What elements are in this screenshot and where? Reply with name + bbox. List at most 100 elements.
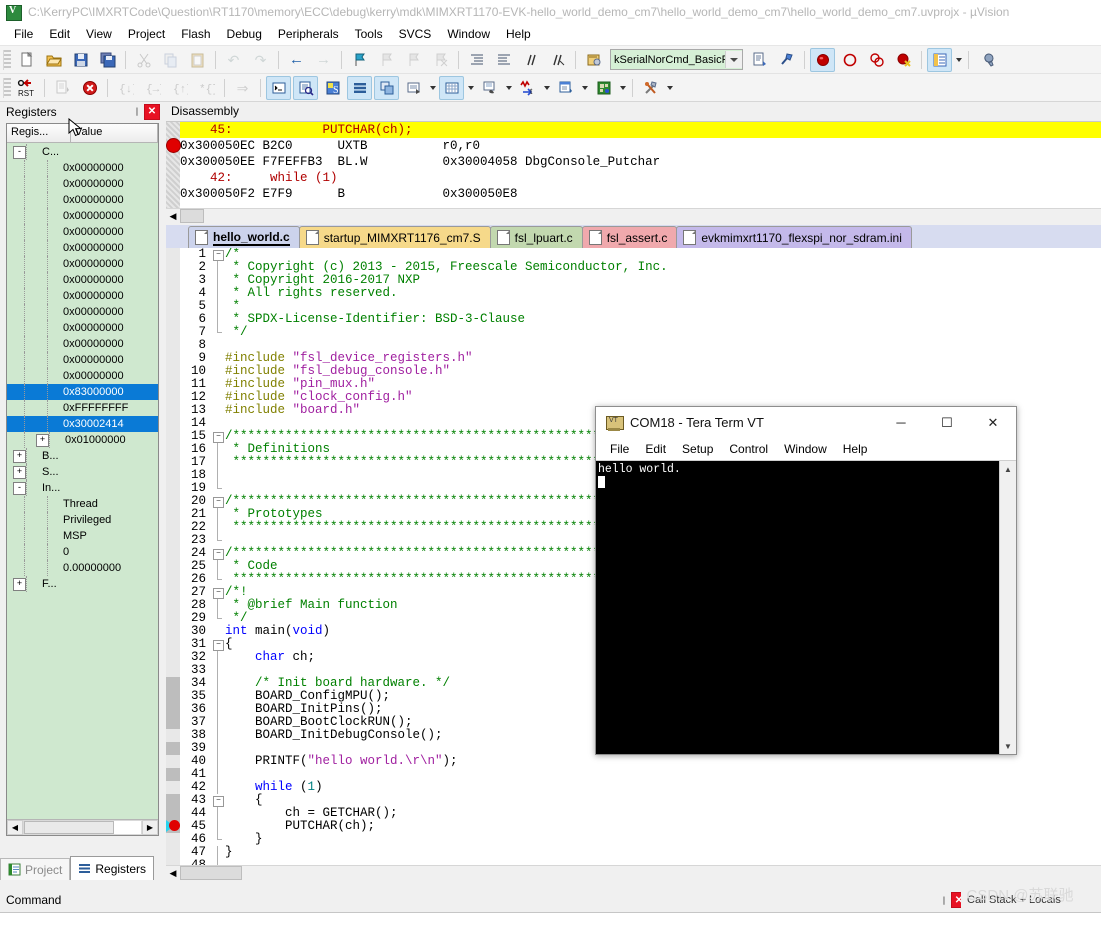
registers-row-list[interactable]: -C...0x000000000x000000000x000000000x000…: [7, 143, 158, 819]
fold-marker[interactable]: [212, 716, 225, 729]
register-row[interactable]: 0x83000000: [7, 384, 158, 400]
navigate-back-icon[interactable]: ←: [284, 48, 309, 72]
register-row[interactable]: 0x00000000: [7, 304, 158, 320]
scroll-right-icon[interactable]: ▶: [142, 820, 158, 835]
fold-marker[interactable]: [212, 521, 225, 534]
fold-marker[interactable]: [212, 807, 225, 820]
watch-windows-icon[interactable]: [401, 76, 426, 100]
fold-marker[interactable]: [212, 612, 225, 625]
trace-windows-icon[interactable]: [553, 76, 578, 100]
register-row[interactable]: -In...: [7, 480, 158, 496]
toolbar-grip[interactable]: [3, 78, 11, 98]
close-icon[interactable]: ✕: [144, 104, 160, 120]
code-line[interactable]: 6 * SPDX-License-Identifier: BSD-3-Claus…: [180, 313, 1101, 326]
fold-marker[interactable]: [212, 287, 225, 300]
system-viewer-icon[interactable]: [591, 76, 616, 100]
fold-marker[interactable]: [212, 846, 225, 859]
chevron-down-icon[interactable]: [617, 77, 628, 99]
fold-marker[interactable]: [212, 443, 225, 456]
uncomment-icon[interactable]: [545, 48, 570, 72]
indent-icon[interactable]: [464, 48, 489, 72]
menu-item-window[interactable]: Window: [439, 25, 498, 43]
fold-marker[interactable]: [212, 508, 225, 521]
chevron-down-icon[interactable]: [503, 77, 514, 99]
fold-collapse-icon[interactable]: −: [213, 796, 224, 807]
fold-collapse-icon[interactable]: −: [213, 432, 224, 443]
fold-marker[interactable]: [212, 820, 225, 833]
editor-tab[interactable]: startup_MIMXRT1176_cm7.S: [299, 226, 491, 248]
register-value[interactable]: 0x30002414: [63, 418, 124, 430]
fold-marker[interactable]: [212, 469, 225, 482]
tera-menu-window[interactable]: Window: [776, 440, 835, 458]
fold-marker[interactable]: [212, 274, 225, 287]
fold-marker[interactable]: [212, 677, 225, 690]
code-line[interactable]: 46 }: [180, 833, 1101, 846]
fold-collapse-icon[interactable]: −: [213, 497, 224, 508]
fold-marker[interactable]: [212, 664, 225, 677]
tera-term-window[interactable]: COM18 - Tera Term VT ─ ☐ ✕ File Edit Set…: [595, 406, 1017, 755]
bookmark-next-icon[interactable]: [401, 48, 426, 72]
fold-collapse-icon[interactable]: −: [213, 549, 224, 560]
register-row[interactable]: -C...: [7, 144, 158, 160]
register-row[interactable]: 0x00000000: [7, 320, 158, 336]
fold-marker[interactable]: [212, 404, 225, 417]
register-value[interactable]: 0x00000000: [63, 226, 124, 238]
menu-item-view[interactable]: View: [78, 25, 120, 43]
fold-marker[interactable]: −: [212, 638, 225, 651]
scroll-thumb[interactable]: [180, 209, 204, 223]
run-icon[interactable]: [50, 76, 75, 100]
editor-tab[interactable]: evkmimxrt1170_flexspi_nor_sdram.ini: [676, 226, 912, 248]
manage-run-time-env-icon[interactable]: [774, 48, 799, 72]
disassembly-window-icon[interactable]: [293, 76, 318, 100]
run-to-cursor-icon[interactable]: *{}: [194, 76, 219, 100]
fold-marker[interactable]: [212, 378, 225, 391]
register-row[interactable]: MSP: [7, 528, 158, 544]
registers-column-header-value[interactable]: Value: [71, 124, 158, 142]
disassembly-horizontal-scrollbar[interactable]: ◀: [166, 208, 1101, 223]
tree-toggle-icon[interactable]: +: [36, 434, 49, 447]
chevron-down-icon[interactable]: [664, 77, 675, 99]
tab-registers[interactable]: Registers: [70, 856, 154, 880]
new-file-icon[interactable]: [14, 48, 39, 72]
menu-item-debug[interactable]: Debug: [219, 25, 270, 43]
chevron-down-icon[interactable]: [579, 77, 590, 99]
register-value[interactable]: 0x01000000: [65, 434, 126, 446]
register-row[interactable]: 0x00000000: [7, 240, 158, 256]
register-row[interactable]: 0x00000000: [7, 256, 158, 272]
tera-menu-file[interactable]: File: [602, 440, 637, 458]
maximize-icon[interactable]: ☐: [924, 407, 970, 438]
register-row[interactable]: +S...: [7, 464, 158, 480]
fold-marker[interactable]: [212, 781, 225, 794]
disassembly-gutter[interactable]: [166, 122, 180, 209]
register-row[interactable]: 0x00000000: [7, 176, 158, 192]
scroll-down-icon[interactable]: ▼: [1000, 738, 1016, 754]
scroll-left-icon[interactable]: ◀: [166, 867, 180, 880]
editor-horizontal-scrollbar[interactable]: ◀: [166, 865, 1101, 880]
register-row[interactable]: Privileged: [7, 512, 158, 528]
step-over-icon[interactable]: {→}: [140, 76, 165, 100]
register-value[interactable]: 0x00000000: [63, 194, 124, 206]
register-value[interactable]: 0xFFFFFFFF: [63, 402, 128, 414]
register-value[interactable]: 0x00000000: [63, 178, 124, 190]
menu-item-file[interactable]: File: [6, 25, 41, 43]
paste-icon[interactable]: [185, 48, 210, 72]
call-stack-window-icon[interactable]: [374, 76, 399, 100]
scroll-up-icon[interactable]: ▲: [1000, 461, 1016, 477]
step-out-icon[interactable]: {↑}: [167, 76, 192, 100]
fold-marker[interactable]: −: [212, 248, 225, 261]
register-value[interactable]: 0x00000000: [63, 242, 124, 254]
copy-icon[interactable]: [158, 48, 183, 72]
disassembly-body[interactable]: 45: PUTCHAR(ch);0x300050EC B2C0 UXTB r0,…: [166, 121, 1101, 209]
comment-icon[interactable]: [518, 48, 543, 72]
target-options-icon[interactable]: [581, 48, 606, 72]
register-row[interactable]: 0x00000000: [7, 352, 158, 368]
chevron-down-icon[interactable]: [465, 77, 476, 99]
fold-marker[interactable]: [212, 261, 225, 274]
register-row[interactable]: +B...: [7, 448, 158, 464]
fold-marker[interactable]: [212, 560, 225, 573]
register-value[interactable]: 0x00000000: [63, 354, 124, 366]
fold-marker[interactable]: [212, 339, 225, 352]
register-row[interactable]: +0x01000000: [7, 432, 158, 448]
fold-marker[interactable]: −: [212, 547, 225, 560]
registers-horizontal-scrollbar[interactable]: ◀ ▶: [7, 819, 158, 835]
